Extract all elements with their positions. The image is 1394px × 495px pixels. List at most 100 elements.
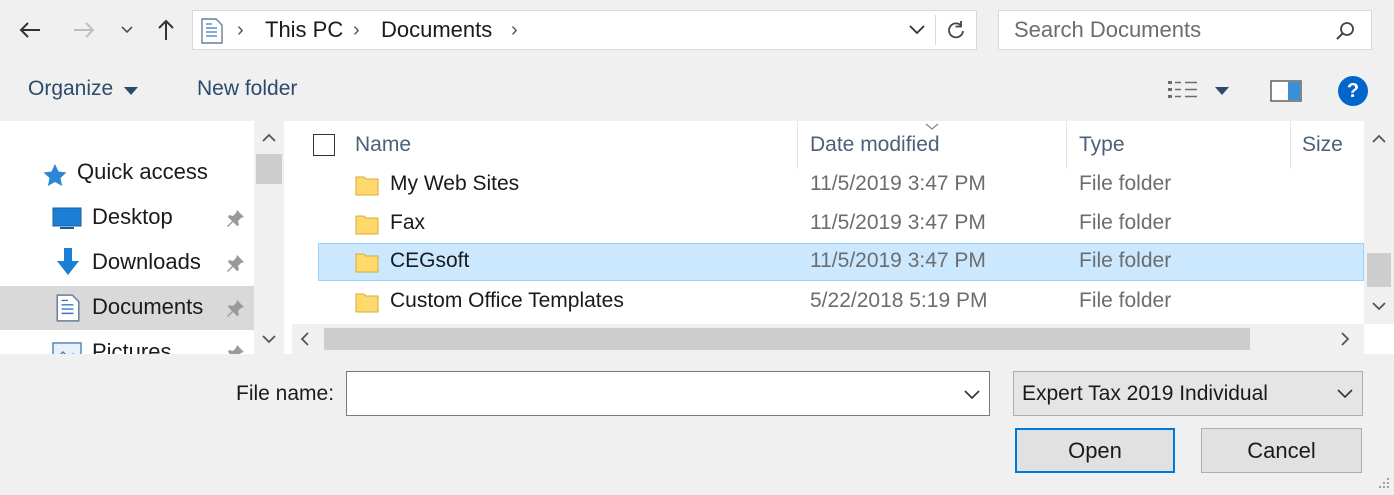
sidebar-item-label: Desktop bbox=[92, 204, 173, 229]
file-row[interactable]: Custom Office Templates 5/22/2018 5:19 P… bbox=[318, 283, 1364, 321]
breadcrumb-separator: › bbox=[237, 19, 244, 41]
view-options-dropdown-icon[interactable] bbox=[1215, 87, 1229, 95]
sort-indicator-icon bbox=[925, 123, 939, 130]
sidebar-item-quick-access[interactable]: Quick access bbox=[0, 151, 254, 195]
file-list-scroll-thumb[interactable] bbox=[1367, 253, 1391, 287]
pin-icon[interactable] bbox=[226, 208, 246, 228]
documents-icon bbox=[56, 294, 80, 322]
resize-grip-icon[interactable] bbox=[1376, 476, 1390, 490]
pictures-icon bbox=[52, 342, 82, 354]
sidebar-item-pictures[interactable]: Pictures bbox=[0, 331, 254, 354]
organize-button[interactable]: Organize bbox=[28, 77, 113, 101]
view-details-icon[interactable] bbox=[1168, 80, 1198, 102]
scroll-up-icon[interactable] bbox=[1372, 134, 1386, 144]
breadcrumb-separator: › bbox=[511, 19, 518, 41]
file-row[interactable]: Fax 11/5/2019 3:47 PM File folder bbox=[318, 205, 1364, 243]
file-name-field[interactable] bbox=[346, 371, 990, 416]
command-toolbar: Organize New folder ? bbox=[0, 63, 1394, 119]
file-type: File folder bbox=[1079, 289, 1172, 312]
sidebar-item-documents[interactable]: Documents bbox=[0, 286, 254, 330]
main-pane: Quick access Desktop Downloads Documents… bbox=[0, 121, 1394, 354]
breadcrumb-separator: › bbox=[353, 19, 360, 41]
file-row[interactable]: My Web Sites 11/5/2019 3:47 PM File fold… bbox=[318, 166, 1364, 204]
address-dropdown-chevron-icon[interactable] bbox=[909, 25, 925, 35]
file-list-horizontal-scrollbar[interactable] bbox=[292, 324, 1364, 354]
file-type-value: Expert Tax 2019 Individual bbox=[1022, 382, 1268, 405]
folder-icon bbox=[355, 176, 379, 196]
file-name: Fax bbox=[390, 211, 426, 234]
pin-icon[interactable] bbox=[226, 253, 246, 273]
chevron-down-icon bbox=[1337, 389, 1353, 399]
column-divider[interactable] bbox=[797, 121, 798, 169]
desktop-icon bbox=[52, 207, 82, 229]
file-name-label: File name: bbox=[236, 382, 335, 405]
file-row-selected[interactable]: CEGsoft 11/5/2019 3:47 PM File folder bbox=[318, 243, 1364, 281]
up-button[interactable] bbox=[148, 10, 184, 50]
column-type[interactable]: Type bbox=[1079, 133, 1125, 157]
sidebar-item-desktop[interactable]: Desktop bbox=[0, 196, 254, 240]
sidebar-item-label: Quick access bbox=[77, 159, 208, 184]
organize-dropdown-icon[interactable] bbox=[124, 87, 138, 95]
sidebar-item-label: Documents bbox=[92, 294, 204, 319]
recent-locations-button[interactable] bbox=[112, 10, 142, 50]
scroll-up-icon[interactable] bbox=[262, 133, 276, 143]
select-all-checkbox[interactable] bbox=[313, 134, 335, 156]
sidebar-item-downloads[interactable]: Downloads bbox=[0, 241, 254, 285]
file-type: File folder bbox=[1079, 249, 1172, 272]
forward-arrow-icon bbox=[74, 22, 95, 38]
documents-icon bbox=[201, 18, 223, 44]
forward-button[interactable] bbox=[66, 10, 102, 50]
navigation-pane: Quick access Desktop Downloads Documents… bbox=[0, 121, 290, 354]
help-icon[interactable]: ? bbox=[1338, 76, 1368, 106]
sidebar-item-label: Downloads bbox=[92, 249, 201, 274]
refresh-icon[interactable] bbox=[946, 20, 966, 40]
file-type: File folder bbox=[1079, 211, 1172, 234]
file-list-vertical-scrollbar[interactable] bbox=[1364, 121, 1394, 324]
address-divider bbox=[935, 15, 936, 45]
column-divider[interactable] bbox=[1066, 121, 1067, 169]
open-button-label: Open bbox=[1068, 438, 1122, 463]
dialog-footer: File name: Expert Tax 2019 Individual Op… bbox=[0, 354, 1394, 495]
column-size[interactable]: Size bbox=[1302, 133, 1343, 157]
horizontal-scroll-thumb[interactable] bbox=[324, 328, 1250, 350]
file-date: 11/5/2019 3:47 PM bbox=[810, 249, 986, 272]
chevron-down-icon bbox=[121, 26, 133, 34]
file-name: My Web Sites bbox=[390, 172, 520, 195]
cancel-button[interactable]: Cancel bbox=[1201, 428, 1362, 473]
sidebar-item-label: Pictures bbox=[92, 339, 172, 354]
file-type: File folder bbox=[1079, 172, 1172, 195]
star-icon bbox=[43, 164, 67, 186]
back-button[interactable] bbox=[12, 10, 48, 50]
chevron-down-icon[interactable] bbox=[964, 390, 980, 400]
search-icon[interactable] bbox=[1335, 21, 1355, 41]
pin-icon[interactable] bbox=[226, 298, 246, 318]
file-name: Custom Office Templates bbox=[390, 289, 624, 312]
preview-pane-icon[interactable] bbox=[1270, 80, 1302, 102]
file-date: 11/5/2019 3:47 PM bbox=[810, 172, 986, 195]
search-placeholder[interactable]: Search Documents bbox=[1014, 11, 1201, 49]
back-arrow-icon bbox=[19, 22, 40, 38]
scroll-right-icon[interactable] bbox=[1340, 332, 1350, 346]
file-name: CEGsoft bbox=[390, 249, 470, 272]
pin-icon[interactable] bbox=[226, 343, 246, 354]
scroll-down-icon[interactable] bbox=[262, 334, 276, 344]
sidebar-scroll-thumb[interactable] bbox=[256, 154, 282, 184]
scroll-left-icon[interactable] bbox=[300, 332, 310, 346]
address-bar[interactable]: › This PC › Documents › bbox=[192, 10, 977, 50]
sidebar-scrollbar[interactable] bbox=[254, 121, 284, 354]
file-type-select[interactable]: Expert Tax 2019 Individual bbox=[1013, 371, 1363, 416]
search-box[interactable]: Search Documents bbox=[998, 10, 1372, 50]
column-divider[interactable] bbox=[1290, 121, 1291, 169]
new-folder-button[interactable]: New folder bbox=[197, 77, 297, 101]
cancel-button-label: Cancel bbox=[1247, 438, 1316, 463]
column-name[interactable]: Name bbox=[355, 133, 411, 157]
column-date-modified[interactable]: Date modified bbox=[810, 133, 940, 157]
open-button[interactable]: Open bbox=[1015, 428, 1175, 473]
file-date: 5/22/2018 5:19 PM bbox=[810, 289, 988, 312]
up-arrow-icon bbox=[158, 19, 174, 40]
breadcrumb-this-pc[interactable]: This PC bbox=[265, 11, 343, 49]
file-date: 11/5/2019 3:47 PM bbox=[810, 211, 986, 234]
scroll-down-icon[interactable] bbox=[1372, 301, 1386, 311]
breadcrumb-documents[interactable]: Documents bbox=[381, 11, 492, 49]
folder-icon bbox=[355, 215, 379, 235]
